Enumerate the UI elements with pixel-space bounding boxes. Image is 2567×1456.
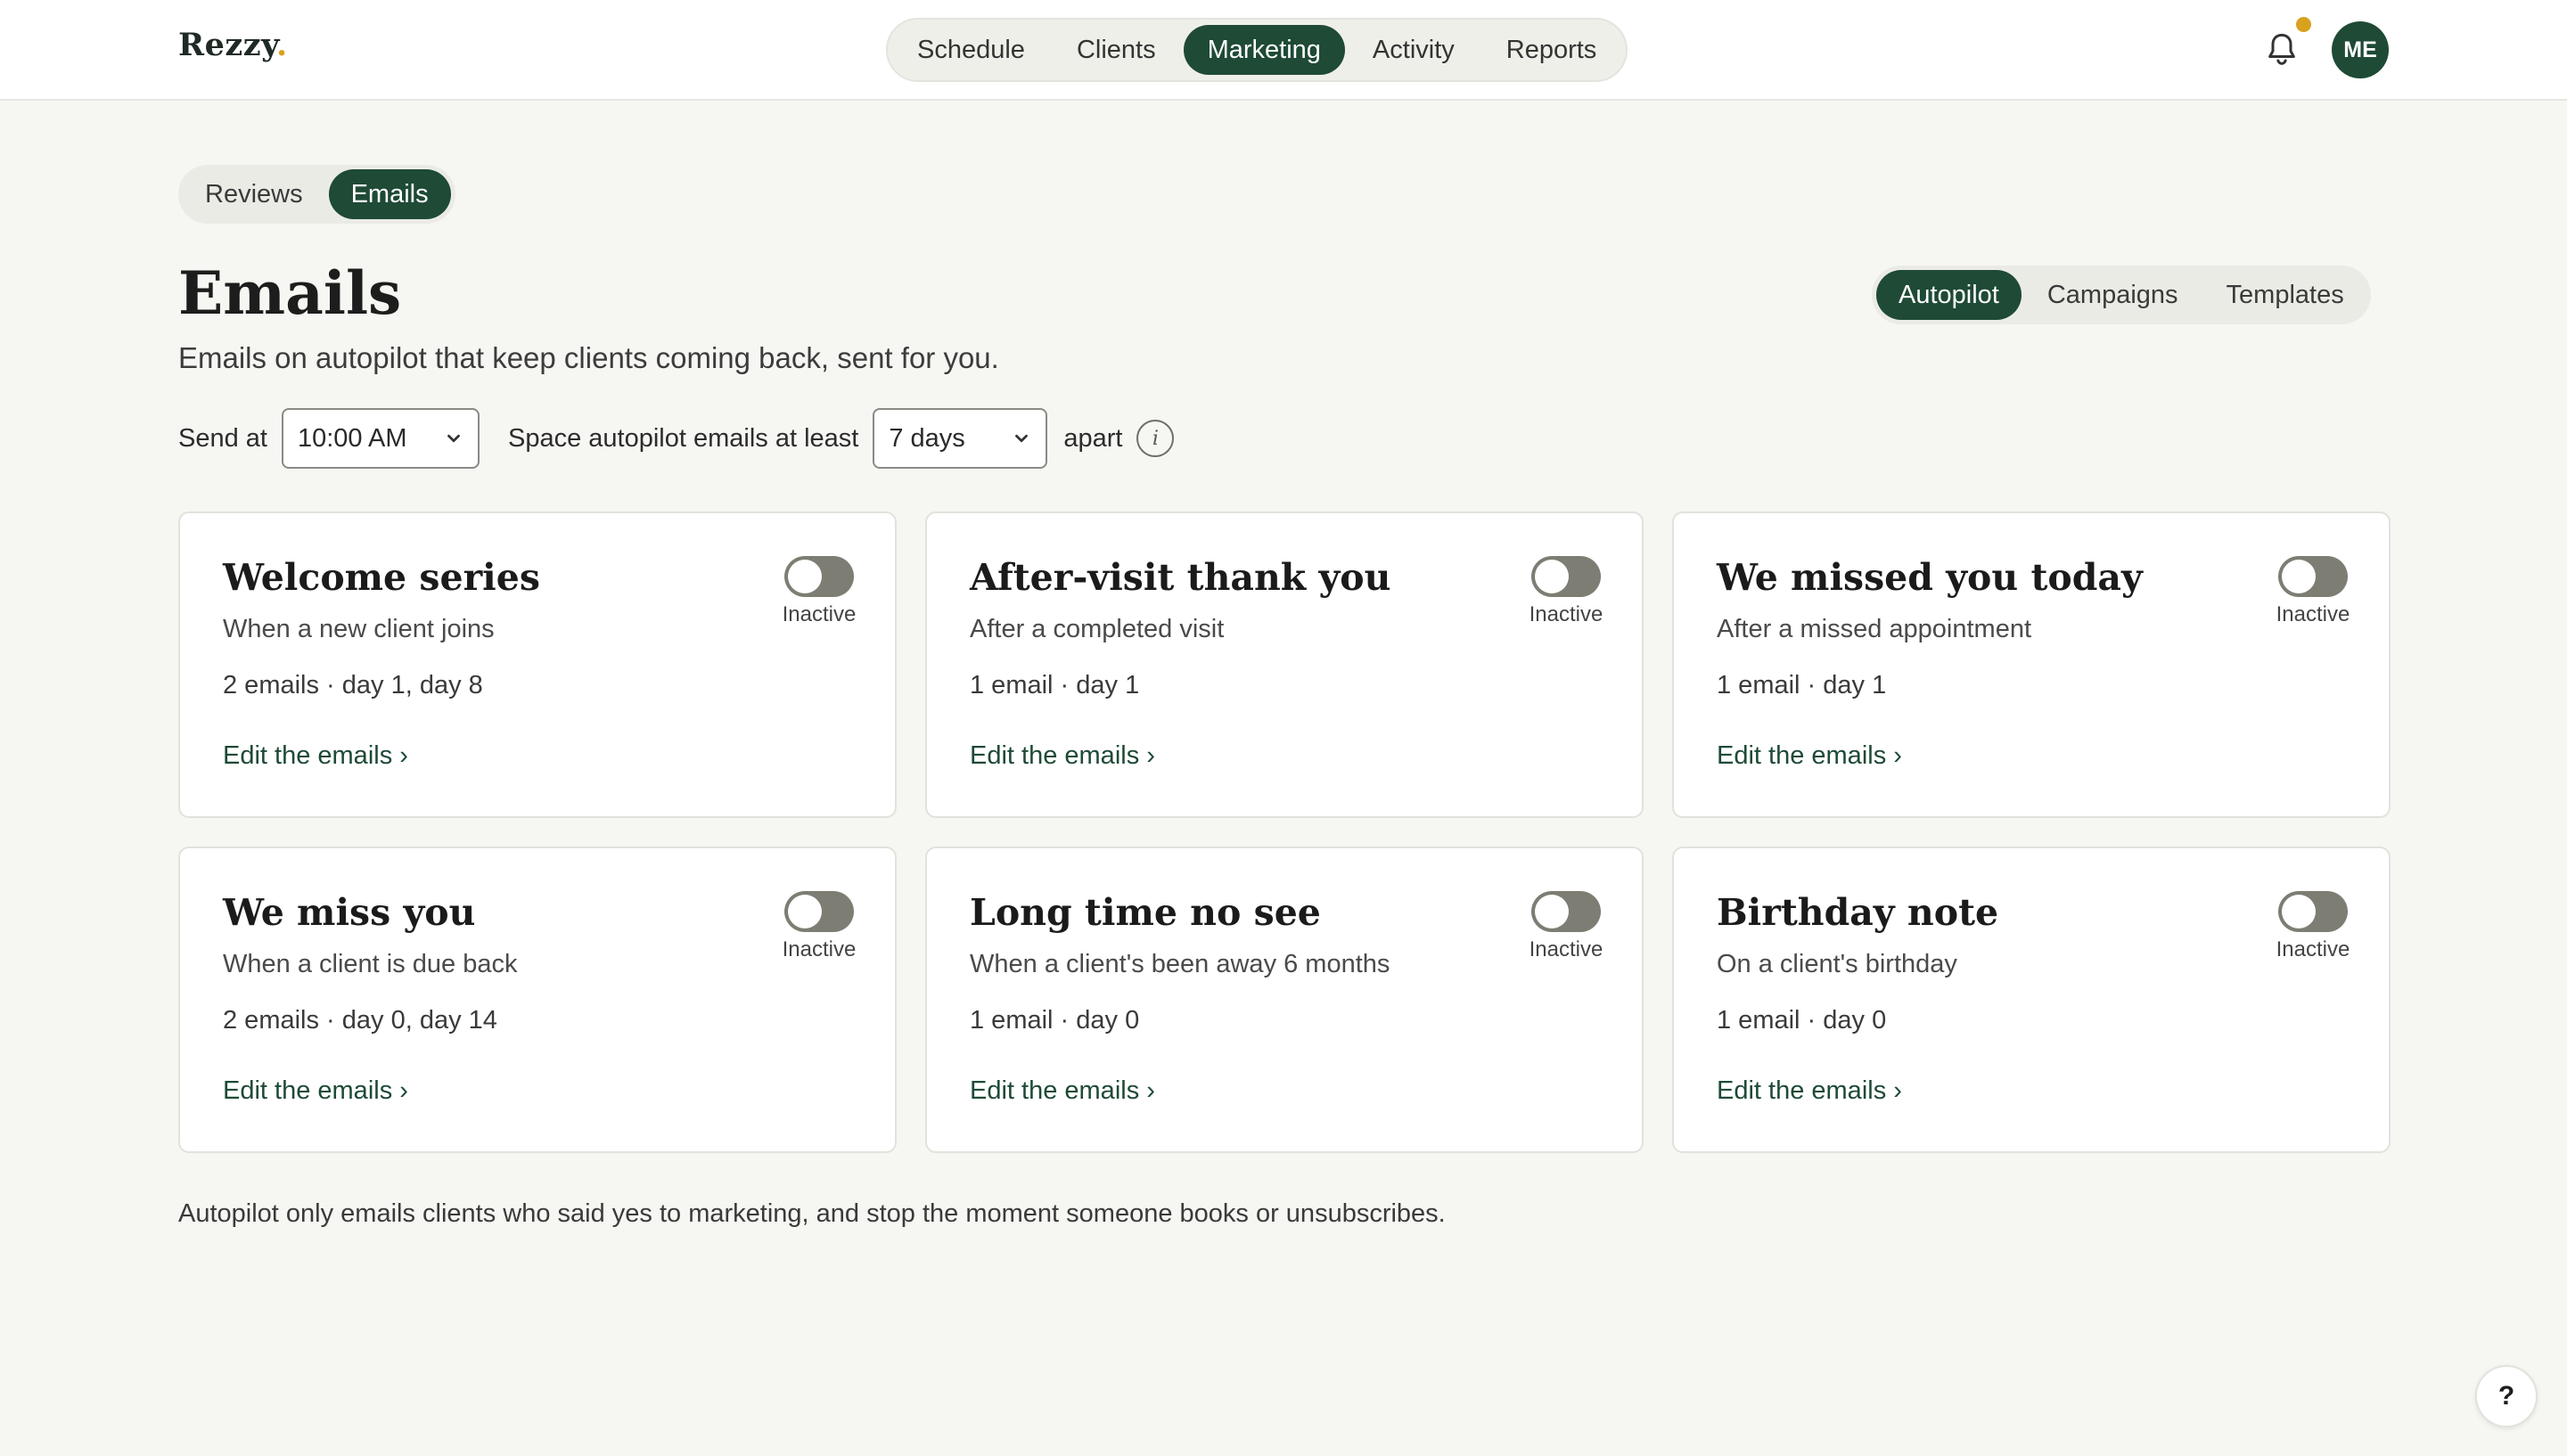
status-label: Inactive bbox=[782, 602, 857, 626]
autopilot-card[interactable]: We miss you When a client is due back 2 … bbox=[178, 847, 897, 1153]
logo-dot: . bbox=[275, 27, 288, 63]
send-time-select[interactable]: 10:00 AM bbox=[281, 408, 480, 469]
card-trigger: On a client's birthday bbox=[1717, 950, 1957, 978]
nav-item-schedule[interactable]: Schedule bbox=[893, 25, 1049, 75]
tab-autopilot[interactable]: Autopilot bbox=[1876, 270, 2022, 320]
tab-templates[interactable]: Templates bbox=[2204, 270, 2366, 320]
section-tabs: Reviews Emails bbox=[178, 165, 455, 224]
autopilot-card[interactable]: Long time no see When a client's been aw… bbox=[925, 847, 1644, 1153]
notification-dot bbox=[2296, 17, 2311, 32]
card-schedule: 1 email · day 0 bbox=[970, 1006, 1140, 1035]
active-toggle[interactable] bbox=[2278, 556, 2348, 597]
active-toggle[interactable] bbox=[784, 556, 854, 597]
active-toggle[interactable] bbox=[784, 891, 854, 932]
top-bar: Rezzy. Schedule Clients Marketing Activi… bbox=[0, 0, 2567, 101]
send-at-label: Send at bbox=[178, 423, 267, 453]
avatar[interactable]: ME bbox=[2332, 21, 2389, 78]
card-trigger: When a client is due back bbox=[223, 950, 518, 978]
send-time-value: 10:00 AM bbox=[297, 423, 407, 453]
toggle-knob bbox=[1535, 895, 1569, 928]
apart-label: apart bbox=[1063, 423, 1123, 453]
nav-item-reports[interactable]: Reports bbox=[1482, 25, 1621, 75]
active-toggle[interactable] bbox=[1531, 556, 1601, 597]
card-title: We miss you bbox=[223, 891, 476, 934]
edit-emails-link[interactable]: Edit the emails › bbox=[970, 741, 1155, 771]
bell-icon[interactable] bbox=[2264, 30, 2300, 70]
card-title: Welcome series bbox=[223, 556, 540, 599]
info-icon[interactable]: i bbox=[1136, 420, 1175, 457]
help-button[interactable]: ? bbox=[2475, 1365, 2538, 1427]
chevron-down-icon bbox=[447, 434, 460, 443]
status-label: Inactive bbox=[1529, 937, 1603, 961]
view-tabs: Autopilot Campaigns Templates bbox=[1872, 266, 2371, 324]
spacing-select[interactable]: 7 days bbox=[873, 408, 1048, 469]
status-label: Inactive bbox=[2276, 602, 2350, 626]
nav-item-marketing[interactable]: Marketing bbox=[1183, 25, 1345, 75]
toggle-knob bbox=[788, 560, 822, 593]
edit-emails-link[interactable]: Edit the emails › bbox=[223, 741, 408, 771]
card-schedule: 2 emails · day 0, day 14 bbox=[223, 1006, 497, 1035]
autopilot-footnote: Autopilot only emails clients who said y… bbox=[178, 1199, 1446, 1228]
tab-emails[interactable]: Emails bbox=[328, 169, 451, 219]
card-title: Long time no see bbox=[970, 891, 1321, 934]
status-label: Inactive bbox=[2276, 937, 2350, 961]
logo[interactable]: Rezzy. bbox=[178, 27, 288, 63]
autopilot-card[interactable]: After-visit thank you After a completed … bbox=[925, 511, 1644, 818]
toggle-knob bbox=[1535, 560, 1569, 593]
card-trigger: When a new client joins bbox=[223, 615, 495, 643]
status-label: Inactive bbox=[782, 937, 857, 961]
autopilot-card[interactable]: We missed you today After a missed appoi… bbox=[1672, 511, 2391, 818]
status-label: Inactive bbox=[1529, 602, 1603, 626]
page-subtitle: Emails on autopilot that keep clients co… bbox=[178, 341, 999, 374]
card-schedule: 1 email · day 1 bbox=[970, 671, 1140, 699]
spacing-value: 7 days bbox=[889, 423, 965, 453]
main-nav: Schedule Clients Marketing Activity Repo… bbox=[886, 18, 1628, 82]
logo-text: Rezzy bbox=[178, 27, 276, 63]
edit-emails-link[interactable]: Edit the emails › bbox=[970, 1076, 1155, 1106]
tab-campaigns[interactable]: Campaigns bbox=[2025, 270, 2201, 320]
toggle-knob bbox=[788, 895, 822, 928]
page-title: Emails bbox=[178, 258, 402, 328]
autopilot-grid: Welcome series When a new client joins 2… bbox=[178, 511, 2391, 1153]
tab-reviews[interactable]: Reviews bbox=[183, 169, 325, 219]
edit-emails-link[interactable]: Edit the emails › bbox=[223, 1076, 408, 1106]
edit-emails-link[interactable]: Edit the emails › bbox=[1717, 1076, 1902, 1106]
card-trigger: After a missed appointment bbox=[1717, 615, 2032, 643]
toggle-knob bbox=[2282, 895, 2316, 928]
card-schedule: 2 emails · day 1, day 8 bbox=[223, 671, 483, 699]
nav-item-clients[interactable]: Clients bbox=[1053, 25, 1180, 75]
nav-item-activity[interactable]: Activity bbox=[1349, 25, 1479, 75]
toggle-knob bbox=[2282, 560, 2316, 593]
send-settings: Send at 10:00 AM Space autopilot emails … bbox=[178, 408, 1175, 469]
card-trigger: After a completed visit bbox=[970, 615, 1225, 643]
autopilot-card[interactable]: Welcome series When a new client joins 2… bbox=[178, 511, 897, 818]
card-trigger: When a client's been away 6 months bbox=[970, 950, 1390, 978]
card-title: After-visit thank you bbox=[970, 556, 1391, 599]
chevron-down-icon bbox=[1015, 434, 1029, 443]
active-toggle[interactable] bbox=[2278, 891, 2348, 932]
edit-emails-link[interactable]: Edit the emails › bbox=[1717, 741, 1902, 771]
active-toggle[interactable] bbox=[1531, 891, 1601, 932]
autopilot-card[interactable]: Birthday note On a client's birthday 1 e… bbox=[1672, 847, 2391, 1153]
card-title: We missed you today bbox=[1717, 556, 2143, 599]
card-schedule: 1 email · day 1 bbox=[1717, 671, 1887, 699]
card-schedule: 1 email · day 0 bbox=[1717, 1006, 1887, 1035]
space-label: Space autopilot emails at least bbox=[507, 423, 859, 453]
card-title: Birthday note bbox=[1717, 891, 1999, 934]
